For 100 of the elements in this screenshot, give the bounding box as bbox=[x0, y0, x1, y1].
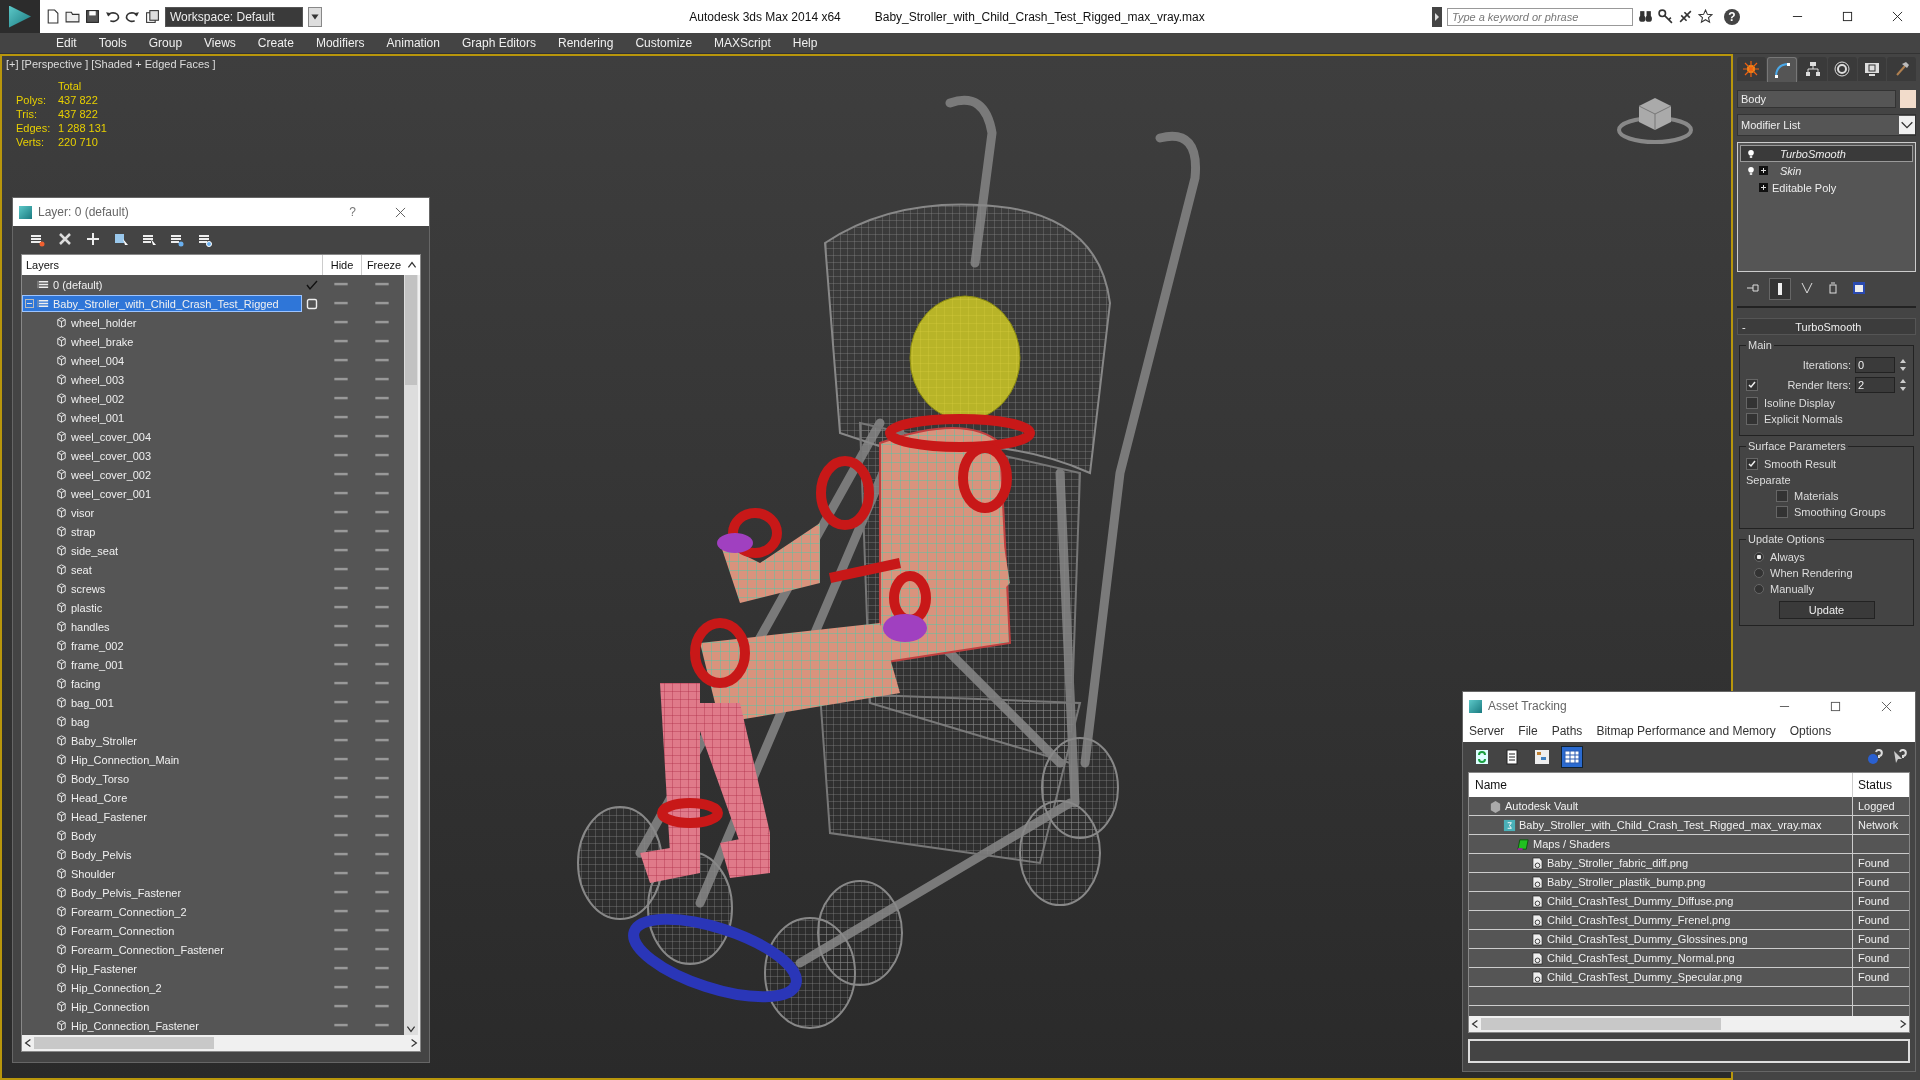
asset-name[interactable]: Child_CrashTest_Dummy_Normal.png bbox=[1547, 952, 1735, 964]
visible-dash-icon[interactable] bbox=[334, 529, 348, 534]
object-color-swatch[interactable] bbox=[1900, 90, 1916, 108]
checkbox[interactable] bbox=[1776, 490, 1788, 502]
layer-item[interactable]: weel_cover_001 bbox=[22, 485, 302, 502]
layer-item[interactable]: Body bbox=[22, 827, 302, 844]
unfrozen-dash-icon[interactable] bbox=[375, 510, 389, 515]
unfrozen-dash-icon[interactable] bbox=[375, 1023, 389, 1028]
unfrozen-dash-icon[interactable] bbox=[375, 928, 389, 933]
panel-tab[interactable] bbox=[1887, 57, 1917, 81]
layer-item[interactable]: strap bbox=[22, 523, 302, 540]
layer-item[interactable]: weel_cover_004 bbox=[22, 428, 302, 445]
checkbox[interactable] bbox=[1746, 413, 1758, 425]
undo-icon[interactable] bbox=[105, 9, 120, 24]
unfrozen-dash-icon[interactable] bbox=[375, 567, 389, 572]
save-icon[interactable] bbox=[85, 9, 100, 24]
viewport-label[interactable]: [Perspective ] bbox=[21, 58, 89, 70]
caret-icon[interactable] bbox=[308, 6, 322, 27]
layer-item[interactable]: frame_001 bbox=[22, 656, 302, 673]
unfrozen-dash-icon[interactable] bbox=[375, 605, 389, 610]
unfrozen-dash-icon[interactable] bbox=[375, 776, 389, 781]
visible-dash-icon[interactable] bbox=[334, 776, 348, 781]
unfrozen-dash-icon[interactable] bbox=[375, 491, 389, 496]
unfrozen-dash-icon[interactable] bbox=[375, 282, 389, 287]
layer-item[interactable]: Hip_Connection bbox=[22, 998, 302, 1015]
unfrozen-dash-icon[interactable] bbox=[375, 586, 389, 591]
visible-dash-icon[interactable] bbox=[334, 985, 348, 990]
visible-dash-icon[interactable] bbox=[334, 377, 348, 382]
application-button[interactable] bbox=[0, 0, 40, 33]
lightbulb-icon[interactable] bbox=[1747, 165, 1755, 176]
visible-dash-icon[interactable] bbox=[334, 928, 348, 933]
unfrozen-dash-icon[interactable] bbox=[375, 795, 389, 800]
layer-item[interactable]: plastic bbox=[22, 599, 302, 616]
unfrozen-dash-icon[interactable] bbox=[375, 358, 389, 363]
layer-item[interactable]: facing bbox=[22, 675, 302, 692]
visible-dash-icon[interactable] bbox=[334, 871, 348, 876]
maximize-icon[interactable] bbox=[1830, 700, 1841, 712]
unfrozen-dash-icon[interactable] bbox=[375, 434, 389, 439]
panel-tab[interactable] bbox=[1766, 57, 1798, 82]
visible-dash-icon[interactable] bbox=[334, 301, 348, 306]
layer-item[interactable]: Forearm_Connection bbox=[22, 922, 302, 939]
visible-dash-icon[interactable] bbox=[334, 339, 348, 344]
unfrozen-dash-icon[interactable] bbox=[375, 966, 389, 971]
current-layer-box-icon[interactable] bbox=[306, 297, 318, 310]
checkmark-icon[interactable] bbox=[306, 278, 318, 291]
visible-dash-icon[interactable] bbox=[334, 700, 348, 705]
render-iters-field[interactable]: 2 bbox=[1855, 377, 1895, 393]
visible-dash-icon[interactable] bbox=[334, 491, 348, 496]
render-iters-checkbox[interactable] bbox=[1746, 379, 1758, 391]
radio-button[interactable] bbox=[1754, 552, 1764, 562]
unfrozen-dash-icon[interactable] bbox=[375, 719, 389, 724]
help-globe-icon[interactable] bbox=[1867, 749, 1883, 765]
visible-dash-icon[interactable] bbox=[334, 472, 348, 477]
menu-item[interactable]: Paths bbox=[1551, 724, 1583, 738]
menu-item[interactable]: Options bbox=[1789, 724, 1832, 738]
visible-dash-icon[interactable] bbox=[334, 567, 348, 572]
layer-item[interactable]: Body_Pelvis bbox=[22, 846, 302, 863]
menu-item[interactable]: Edit bbox=[56, 36, 77, 50]
vertical-scrollbar[interactable] bbox=[404, 275, 418, 1035]
new-file-icon[interactable] bbox=[45, 9, 60, 24]
layer-item[interactable]: wheel_001 bbox=[22, 409, 302, 426]
key-icon[interactable] bbox=[1658, 9, 1673, 24]
layer-item[interactable]: Head_Fastener bbox=[22, 808, 302, 825]
menu-item[interactable]: Help bbox=[792, 36, 818, 50]
open-folder-icon[interactable] bbox=[65, 9, 80, 24]
close-icon[interactable] bbox=[1881, 700, 1892, 712]
layer-item[interactable]: handles bbox=[22, 618, 302, 635]
visible-dash-icon[interactable] bbox=[334, 643, 348, 648]
layer-item[interactable]: Forearm_Connection_Fastener bbox=[22, 941, 302, 958]
menu-item[interactable]: File bbox=[1518, 724, 1538, 738]
scrollbar-thumb[interactable] bbox=[34, 1037, 214, 1049]
unfrozen-dash-icon[interactable] bbox=[375, 548, 389, 553]
menu-item[interactable]: Rendering bbox=[558, 36, 614, 50]
layer-item[interactable]: wheel_holder bbox=[22, 314, 302, 331]
iterations-field[interactable]: 0 bbox=[1855, 357, 1895, 373]
layer-item[interactable]: Forearm_Connection_2 bbox=[22, 903, 302, 920]
menu-item[interactable]: Server bbox=[1469, 724, 1505, 738]
visible-dash-icon[interactable] bbox=[334, 434, 348, 439]
visible-dash-icon[interactable] bbox=[334, 396, 348, 401]
close-icon[interactable] bbox=[395, 206, 406, 218]
delete-icon[interactable] bbox=[57, 231, 73, 247]
visible-dash-icon[interactable] bbox=[334, 681, 348, 686]
rollout-header[interactable]: - TurboSmooth bbox=[1737, 318, 1916, 335]
layer-item[interactable]: wheel_004 bbox=[22, 352, 302, 369]
layer-item[interactable]: frame_002 bbox=[22, 637, 302, 654]
checkbox[interactable] bbox=[1746, 397, 1758, 409]
layer-item[interactable]: Hip_Fastener bbox=[22, 960, 302, 977]
visible-dash-icon[interactable] bbox=[334, 852, 348, 857]
layer-item[interactable]: Hip_Connection_Main bbox=[22, 751, 302, 768]
panel-tab[interactable] bbox=[1857, 57, 1887, 81]
unfrozen-dash-icon[interactable] bbox=[375, 472, 389, 477]
panel-tab[interactable] bbox=[1737, 57, 1766, 81]
layer-item[interactable]: Hip_Connection_2 bbox=[22, 979, 302, 996]
checkbox[interactable] bbox=[1746, 458, 1758, 470]
menu-item[interactable]: Group bbox=[148, 36, 183, 50]
column-header[interactable]: Status bbox=[1853, 778, 1909, 792]
unfrozen-dash-icon[interactable] bbox=[375, 624, 389, 629]
unfrozen-dash-icon[interactable] bbox=[375, 833, 389, 838]
modifier-list-dropdown[interactable]: Modifier List bbox=[1737, 114, 1916, 136]
layer-item[interactable]: weel_cover_002 bbox=[22, 466, 302, 483]
